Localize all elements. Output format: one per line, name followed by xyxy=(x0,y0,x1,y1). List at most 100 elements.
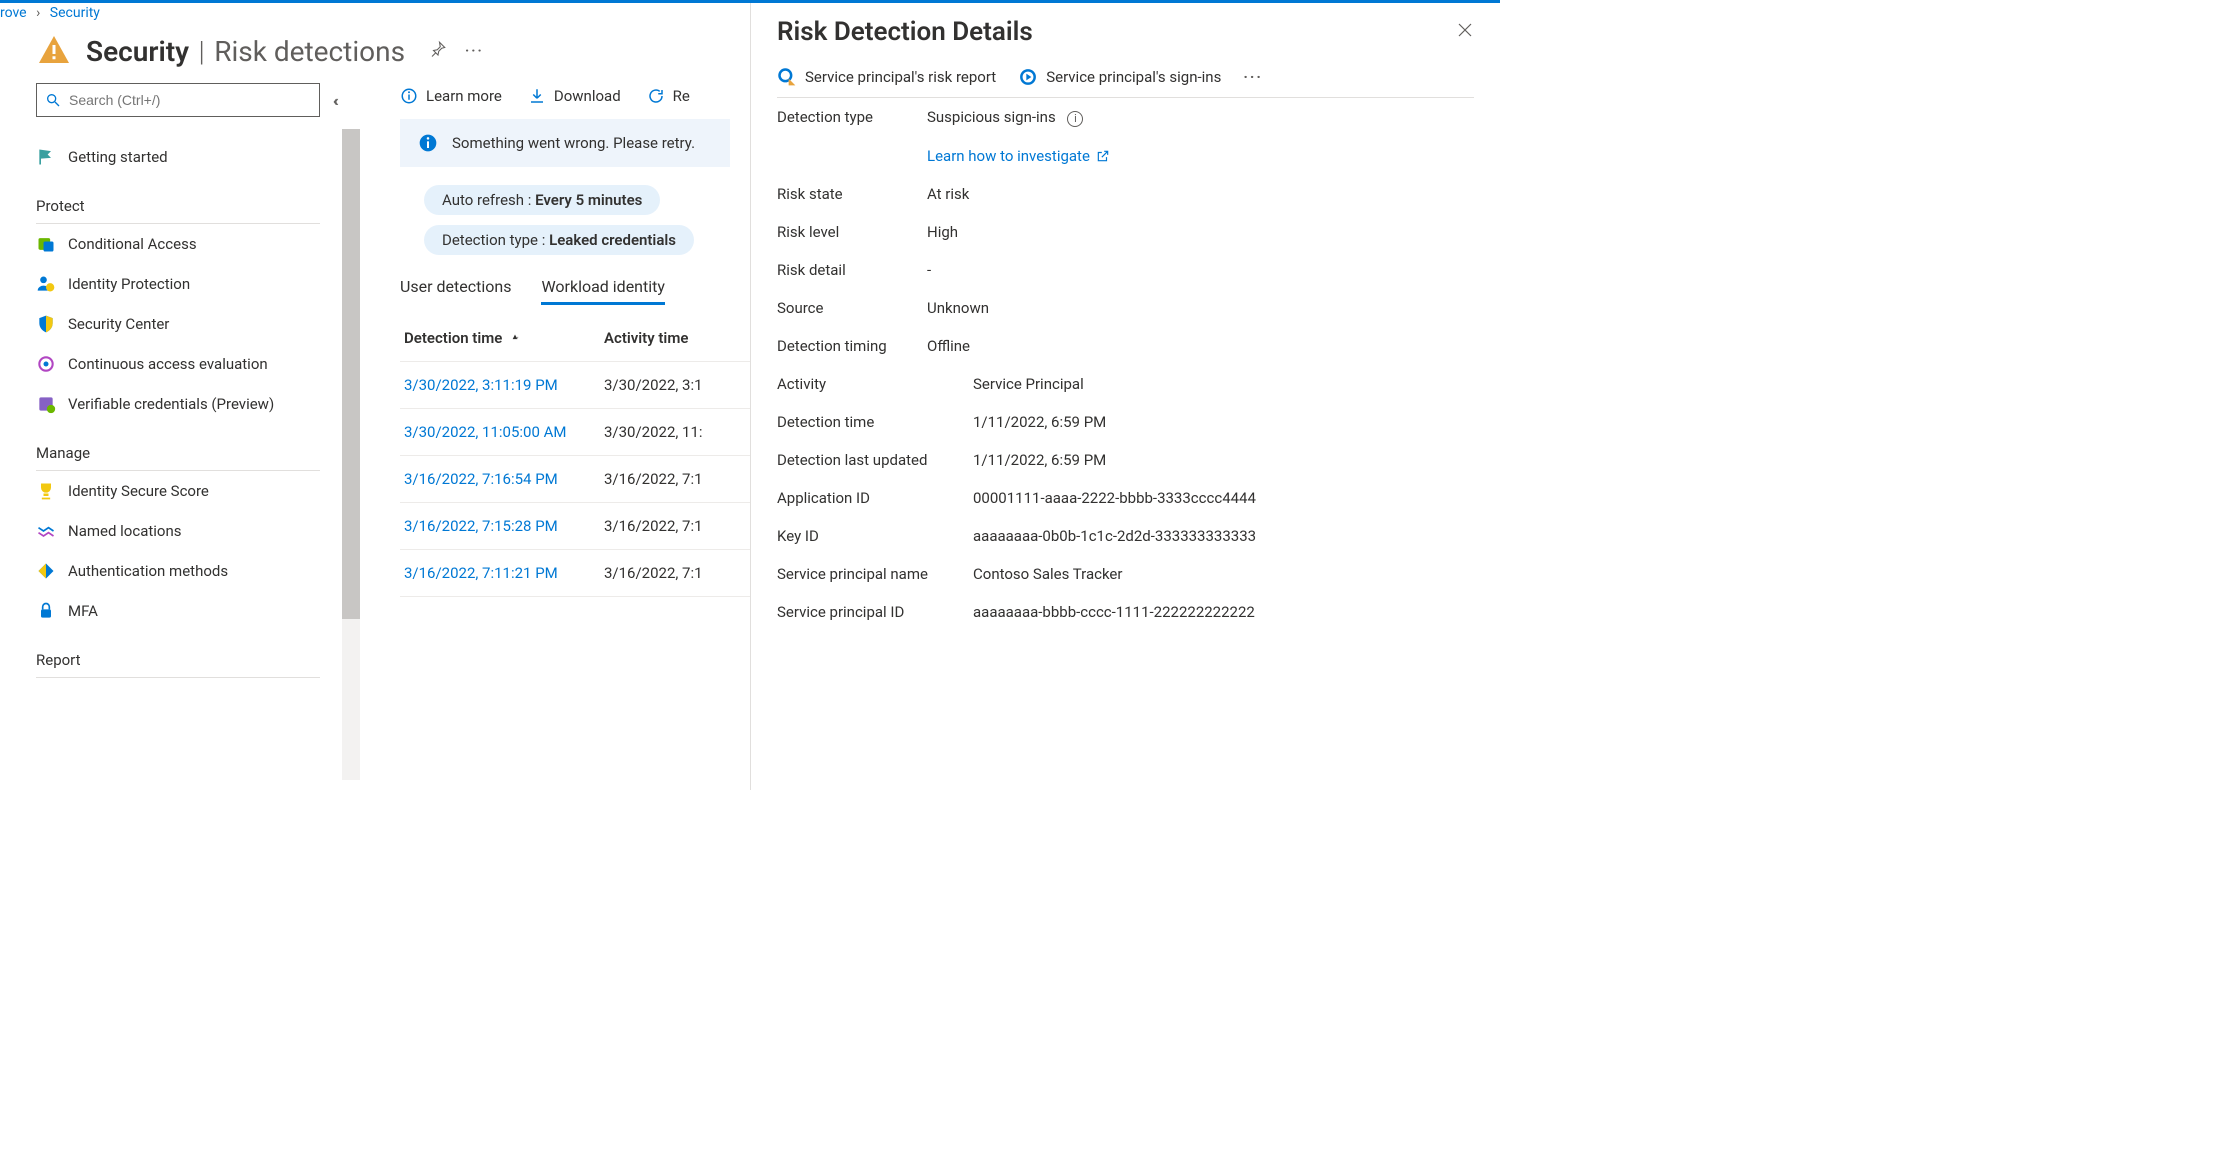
sidebar-item-mfa[interactable]: MFA xyxy=(36,591,344,631)
kv-value: 00001111-aaaa-2222-bbbb-3333cccc4444 xyxy=(973,489,1474,507)
sidebar-item-label: Identity Secure Score xyxy=(68,482,209,500)
details-pane: Risk Detection Details Service principal… xyxy=(750,3,1500,790)
kv-risk-state: Risk state At risk xyxy=(777,175,1474,213)
detection-time-link[interactable]: 3/16/2022, 7:16:54 PM xyxy=(404,470,604,488)
identity-protection-icon xyxy=(36,274,56,294)
flag-icon xyxy=(36,147,56,167)
search-field[interactable] xyxy=(69,92,311,108)
details-toolbar: Service principal's risk report Service … xyxy=(777,47,1474,98)
column-label: Detection time xyxy=(404,329,502,347)
sidebar-item-label: Continuous access evaluation xyxy=(68,355,268,373)
kv-label: Detection time xyxy=(777,413,973,431)
sidebar-item-label: Authentication methods xyxy=(68,562,228,580)
sidebar-item-conditional-access[interactable]: Conditional Access xyxy=(36,224,344,264)
kv-value: Suspicious sign-ins i xyxy=(927,108,1474,127)
kv-value: Contoso Sales Tracker xyxy=(973,565,1474,583)
tab-user-detections[interactable]: User detections xyxy=(400,277,511,305)
sidebar-item-continuous-access[interactable]: Continuous access evaluation xyxy=(36,344,344,384)
shield-icon xyxy=(36,314,56,334)
refresh-button[interactable]: Re xyxy=(647,87,690,105)
sidebar-item-authentication-methods[interactable]: Authentication methods xyxy=(36,551,344,591)
kv-label: Risk detail xyxy=(777,261,927,279)
kv-label: Risk state xyxy=(777,185,927,203)
pill-label: Auto refresh : xyxy=(442,191,535,209)
kv-value: At risk xyxy=(927,185,1474,203)
more-icon[interactable]: ··· xyxy=(465,43,484,59)
investigate-link[interactable]: Learn how to investigate xyxy=(927,147,1110,165)
kv-label: Risk level xyxy=(777,223,927,241)
tool-label: Re xyxy=(673,87,690,105)
pill-label: Detection type : xyxy=(442,231,549,249)
breadcrumb-item-0[interactable]: rove xyxy=(0,5,27,21)
kv-activity: Activity Service Principal xyxy=(777,365,1474,403)
lock-icon xyxy=(36,601,56,621)
kv-detection-last-updated: Detection last updated 1/11/2022, 6:59 P… xyxy=(777,441,1474,479)
kv-value: 1/11/2022, 6:59 PM xyxy=(973,451,1474,469)
kv-value: - xyxy=(927,261,1474,279)
download-button[interactable]: Download xyxy=(528,87,621,105)
signins-icon xyxy=(1018,67,1038,87)
kv-label: Detection type xyxy=(777,108,927,127)
sidebar-item-verifiable-credentials[interactable]: Verifiable credentials (Preview) xyxy=(36,384,344,424)
filter-pill-detection-type[interactable]: Detection type : Leaked credentials xyxy=(424,225,694,255)
detection-time-link[interactable]: 3/30/2022, 3:11:19 PM xyxy=(404,376,604,394)
kv-investigate-link: Learn how to investigate xyxy=(777,137,1474,175)
kv-value: Offline xyxy=(927,337,1474,355)
sidebar-group-manage: Manage xyxy=(36,444,320,471)
tab-workload-identity[interactable]: Workload identity xyxy=(541,277,664,305)
sidebar-item-getting-started[interactable]: Getting started xyxy=(36,137,344,177)
signins-button[interactable]: Service principal's sign-ins xyxy=(1018,67,1221,87)
breadcrumb-separator: › xyxy=(36,5,40,21)
info-filled-icon xyxy=(418,133,438,153)
column-detection-time[interactable]: Detection time xyxy=(404,329,604,347)
kv-risk-detail: Risk detail - xyxy=(777,251,1474,289)
search-icon xyxy=(45,92,61,108)
learn-more-button[interactable]: Learn more xyxy=(400,87,502,105)
title-separator: | xyxy=(199,35,205,68)
conditional-access-icon xyxy=(36,234,56,254)
sidebar-item-label: Conditional Access xyxy=(68,235,197,253)
sidebar-group-protect: Protect xyxy=(36,197,320,224)
filter-pill-auto-refresh[interactable]: Auto refresh : Every 5 minutes xyxy=(424,185,660,215)
error-banner: Something went wrong. Please retry. xyxy=(400,119,730,167)
breadcrumb-item-1[interactable]: Security xyxy=(50,5,100,21)
sidebar-item-identity-secure-score[interactable]: Identity Secure Score xyxy=(36,471,344,511)
info-icon[interactable]: i xyxy=(1067,111,1083,127)
kv-detection-time: Detection time 1/11/2022, 6:59 PM xyxy=(777,403,1474,441)
search-input[interactable] xyxy=(36,83,320,117)
sidebar-group-report: Report xyxy=(36,651,320,678)
tool-label: Download xyxy=(554,87,621,105)
detection-time-link[interactable]: 3/16/2022, 7:11:21 PM xyxy=(404,564,604,582)
kv-label: Detection last updated xyxy=(777,451,973,469)
kv-value: High xyxy=(927,223,1474,241)
close-icon[interactable] xyxy=(1456,21,1474,43)
detection-time-link[interactable]: 3/30/2022, 11:05:00 AM xyxy=(404,423,604,441)
verifiable-credentials-icon xyxy=(36,394,56,414)
kv-sp-id: Service principal ID aaaaaaaa-bbbb-cccc-… xyxy=(777,593,1474,631)
kv-label: Activity xyxy=(777,375,973,393)
more-details-icon[interactable]: ··· xyxy=(1243,68,1263,86)
kv-label: Application ID xyxy=(777,489,973,507)
kv-value: Service Principal xyxy=(973,375,1474,393)
kv-application-id: Application ID 00001111-aaaa-2222-bbbb-3… xyxy=(777,479,1474,517)
error-text: Something went wrong. Please retry. xyxy=(452,134,695,152)
sidebar-item-identity-protection[interactable]: Identity Protection xyxy=(36,264,344,304)
kv-label: Service principal ID xyxy=(777,603,973,621)
sidebar-item-security-center[interactable]: Security Center xyxy=(36,304,344,344)
kv-label: Detection timing xyxy=(777,337,927,355)
refresh-icon xyxy=(647,87,665,105)
tool-label: Learn more xyxy=(426,87,502,105)
trophy-icon xyxy=(36,481,56,501)
detection-time-link[interactable]: 3/16/2022, 7:15:28 PM xyxy=(404,517,604,535)
sidebar-item-label: Identity Protection xyxy=(68,275,190,293)
page-title: Security xyxy=(86,35,189,68)
warning-triangle-icon xyxy=(36,33,72,69)
sidebar-item-label: MFA xyxy=(68,602,98,620)
risk-report-button[interactable]: Service principal's risk report xyxy=(777,67,996,87)
sort-icon xyxy=(508,331,522,345)
kv-label: Key ID xyxy=(777,527,973,545)
sidebar-item-named-locations[interactable]: Named locations xyxy=(36,511,344,551)
pin-icon[interactable] xyxy=(429,40,447,62)
kv-detection-timing: Detection timing Offline xyxy=(777,327,1474,365)
risk-report-icon xyxy=(777,67,797,87)
